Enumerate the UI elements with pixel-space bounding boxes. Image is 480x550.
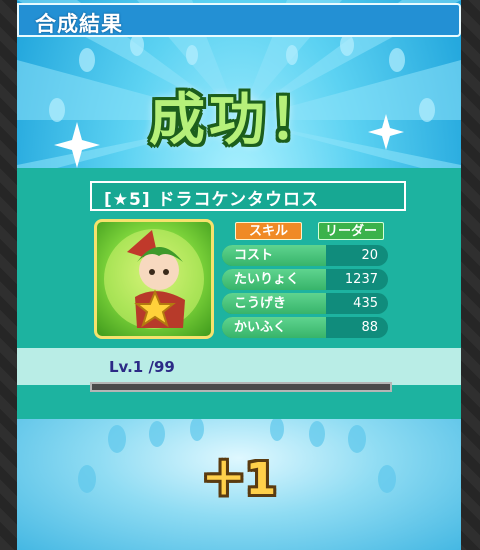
stat-value: 20 [361,248,378,263]
header-bar: 合成結果 [17,3,461,37]
monster-portrait-art [104,229,204,329]
monster-name: [★5] ドラコケンタウロス [104,190,320,210]
level-strip [17,348,461,385]
stat-row-cost: コスト 20 [222,245,388,266]
leader-button[interactable]: リーダー [318,222,384,240]
stat-row-attack: こうげき 435 [222,293,388,314]
stat-label: たいりょく [222,269,326,290]
monster-portrait[interactable] [94,219,214,339]
stat-value: 1237 [344,272,378,287]
success-message: 成功！ [149,88,329,153]
header-title: 合成結果 [35,12,123,36]
stat-row-hp: たいりょく 1237 [222,269,388,290]
skill-button[interactable]: スキル [235,222,302,240]
stat-row-recovery: かいふく 88 [222,317,388,338]
bonus-plus-one: ＋1 [201,454,277,505]
stat-value: 88 [361,320,378,335]
stat-value: 435 [353,296,378,311]
stat-label: コスト [222,245,326,266]
monster-name-box: [★5] ドラコケンタウロス [90,181,406,211]
result-panel: 合成結果 成功！ [★5] ドラコケンタウロス スキル リーダー コスト 20 … [17,0,461,550]
xp-bar [90,382,392,392]
stat-label: こうげき [222,293,326,314]
stat-label: かいふく [222,317,326,338]
level-text: Lv.1 /99 [109,358,175,376]
game-screen: 合成結果 成功！ [★5] ドラコケンタウロス スキル リーダー コスト 20 … [0,0,480,550]
